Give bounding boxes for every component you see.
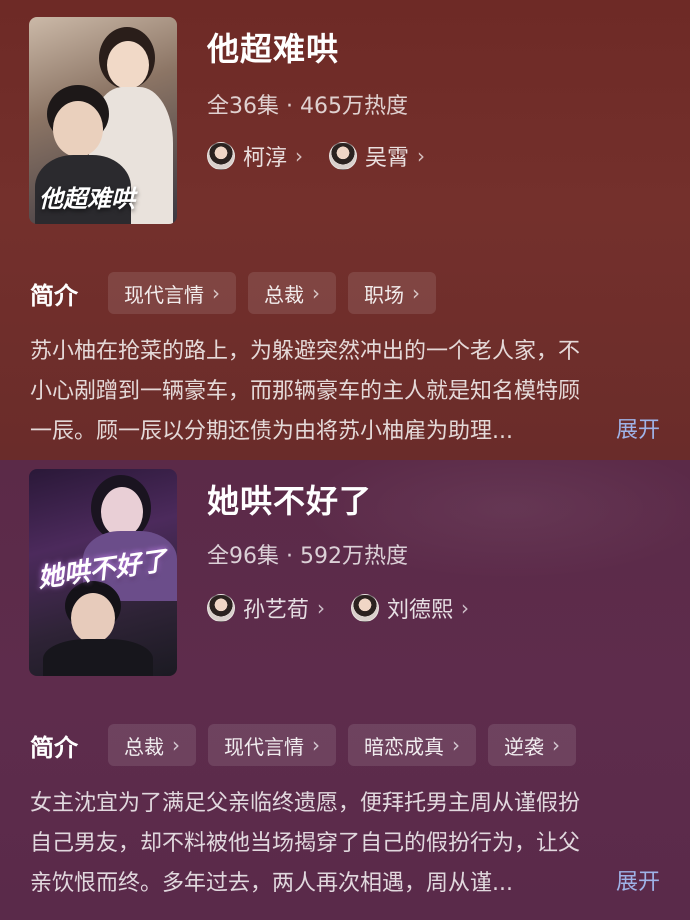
synopsis: 女主沈宜为了满足父亲临终遗愿，便拜托男主周从谨假扮 自己男友，却不料被他当场揭穿… — [30, 784, 670, 904]
tag-label: 总裁 — [264, 282, 304, 307]
poster-title-art: 他超难哄 — [39, 184, 135, 213]
poster-figure-face — [107, 41, 149, 89]
cast-member[interactable]: 孙艺荀 › — [207, 592, 325, 624]
tag-label: 现代言情 — [124, 282, 204, 307]
drama-meta: 全36集 · 465万热度 — [207, 94, 408, 119]
synopsis: 苏小柚在抢菜的路上，为躲避突然冲出的一个老人家，不 小心剐蹭到一辆豪车，而那辆豪… — [30, 332, 670, 452]
poster-figure-face — [71, 593, 115, 643]
synopsis-line: 自己男友，却不料被他当场揭穿了自己的假扮行为，让父 — [30, 831, 581, 856]
synopsis-line: 一辰。顾一辰以分期还债为由将苏小柚雇为助理... — [30, 419, 513, 444]
chevron-right-icon: › — [412, 281, 420, 305]
synopsis-line: 亲饮恨而终。多年过去，两人再次相遇，周从谨... — [30, 871, 513, 896]
poster-figure-face — [101, 487, 143, 537]
tag-label: 暗恋成真 — [364, 734, 444, 759]
cast-name: 孙艺荀 — [243, 598, 310, 623]
expand-link[interactable]: 展开 — [616, 864, 660, 896]
tag-chip[interactable]: 总裁 › — [248, 272, 336, 314]
drama-meta: 全96集 · 592万热度 — [207, 544, 408, 569]
drama-poster[interactable]: 她哄不好了 — [29, 469, 177, 676]
expand-link[interactable]: 展开 — [616, 412, 660, 444]
tag-chip[interactable]: 职场 › — [348, 272, 436, 314]
chevron-right-icon: › — [317, 596, 326, 620]
synopsis-line: 小心剐蹭到一辆豪车，而那辆豪车的主人就是知名模特顾 — [30, 379, 581, 404]
chevron-right-icon: › — [312, 733, 320, 757]
intro-row: 简介 总裁 › 现代言情 › 暗恋成真 › 逆袭 › — [30, 724, 588, 766]
poster-figure-body — [43, 639, 153, 676]
chevron-right-icon: › — [295, 144, 304, 168]
cast-name: 柯淳 — [243, 146, 288, 171]
cast-member[interactable]: 刘德熙 › — [351, 592, 469, 624]
avatar — [207, 142, 235, 170]
drama-card-1[interactable]: 他超难哄 他超难哄 全36集 · 465万热度 柯淳 › 吴霄 › 简介 现代言… — [0, 0, 690, 460]
chevron-right-icon: › — [172, 733, 180, 757]
intro-row: 简介 现代言情 › 总裁 › 职场 › — [30, 272, 448, 314]
poster-figure-face — [53, 101, 103, 157]
tag-label: 职场 — [364, 282, 404, 307]
cast-name: 吴霄 — [365, 146, 410, 171]
tag-chip[interactable]: 总裁 › — [108, 724, 196, 766]
drama-poster[interactable]: 他超难哄 — [29, 17, 177, 224]
synopsis-line: 女主沈宜为了满足父亲临终遗愿，便拜托男主周从谨假扮 — [30, 791, 581, 816]
chevron-right-icon: › — [312, 281, 320, 305]
tag-chip[interactable]: 逆袭 › — [488, 724, 576, 766]
chevron-right-icon: › — [552, 733, 560, 757]
avatar — [329, 142, 358, 170]
drama-title[interactable]: 她哄不好了 — [207, 476, 372, 522]
synopsis-line: 苏小柚在抢菜的路上，为躲避突然冲出的一个老人家，不 — [30, 339, 581, 364]
chevron-right-icon: › — [461, 596, 470, 620]
tag-label: 现代言情 — [224, 734, 304, 759]
avatar — [207, 594, 235, 622]
tag-label: 总裁 — [124, 734, 164, 759]
intro-label: 简介 — [30, 281, 78, 310]
cast-member[interactable]: 吴霄 › — [329, 140, 425, 172]
drama-title[interactable]: 他超难哄 — [207, 24, 339, 70]
tag-chip[interactable]: 现代言情 › — [208, 724, 336, 766]
tag-label: 逆袭 — [504, 734, 544, 759]
cast-list: 孙艺荀 › 刘德熙 › — [207, 592, 469, 624]
chevron-right-icon: › — [417, 144, 426, 168]
drama-card-2[interactable]: 她哄不好了 她哄不好了 全96集 · 592万热度 孙艺荀 › 刘德熙 › 简介… — [0, 460, 690, 920]
chevron-right-icon: › — [452, 733, 460, 757]
cast-member[interactable]: 柯淳 › — [207, 140, 303, 172]
chevron-right-icon: › — [212, 281, 220, 305]
cast-list: 柯淳 › 吴霄 › — [207, 140, 425, 172]
avatar — [351, 594, 380, 622]
cast-name: 刘德熙 — [387, 598, 454, 623]
tag-chip[interactable]: 现代言情 › — [108, 272, 236, 314]
tag-chip[interactable]: 暗恋成真 › — [348, 724, 476, 766]
intro-label: 简介 — [30, 733, 78, 762]
